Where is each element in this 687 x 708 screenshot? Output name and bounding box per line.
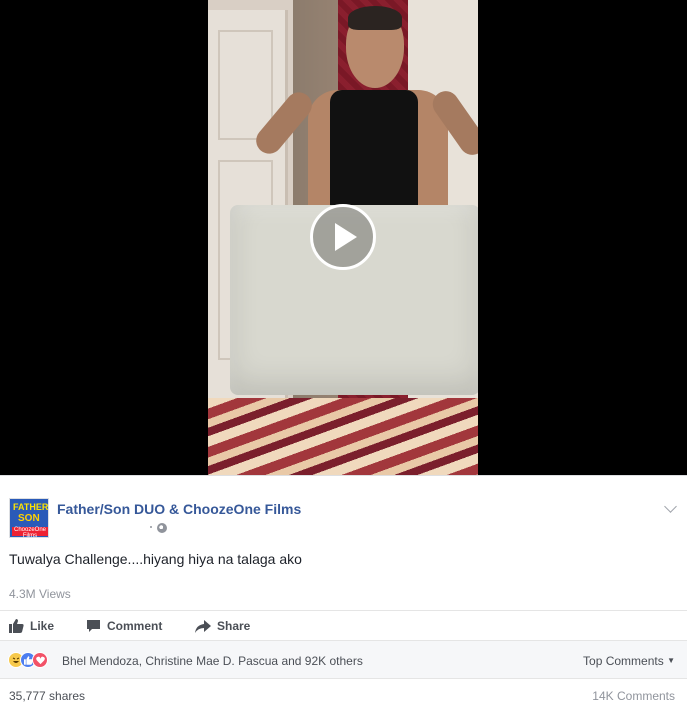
- comment-button[interactable]: Comment: [86, 611, 162, 641]
- page-avatar[interactable]: FATHER SON ChoozeOne Films: [9, 498, 49, 538]
- like-button[interactable]: Like: [9, 611, 54, 641]
- video-player[interactable]: [0, 0, 687, 475]
- reaction-names[interactable]: Bhel Mendoza, Christine Mae D. Pascua an…: [62, 654, 363, 668]
- play-button[interactable]: [310, 204, 376, 270]
- logo-text-mid: SON: [18, 513, 40, 524]
- blanket: [208, 398, 478, 475]
- globe-icon[interactable]: [157, 523, 167, 533]
- thumbs-up-icon: [9, 619, 24, 633]
- like-label: Like: [30, 619, 55, 633]
- logo-text-top: FATHER: [13, 502, 49, 512]
- view-count: 4.3M Views: [9, 587, 71, 601]
- share-icon: [195, 619, 211, 633]
- play-icon: [335, 223, 357, 251]
- reaction-icons[interactable]: [8, 652, 48, 668]
- caret-down-icon: ▼: [667, 656, 675, 665]
- top-comments-label: Top Comments: [583, 654, 664, 668]
- post-text: Tuwalya Challenge....hiyang hiya na tala…: [9, 551, 302, 567]
- logo-text-bottom: ChoozeOne Films: [12, 527, 48, 538]
- share-button[interactable]: Share: [195, 611, 250, 641]
- page-name-link[interactable]: Father/Son DUO & ChoozeOne Films: [57, 501, 301, 517]
- reactions-bar: Bhel Mendoza, Christine Mae D. Pascua an…: [0, 641, 687, 679]
- love-icon: [32, 652, 48, 668]
- post-card: FATHER SON ChoozeOne Films Father/Son DU…: [0, 475, 687, 708]
- comment-label: Comment: [107, 619, 163, 633]
- share-count[interactable]: 35,777 shares: [9, 689, 85, 703]
- share-label: Share: [217, 619, 251, 633]
- action-bar: Like Comment Share: [0, 610, 687, 641]
- top-comments-dropdown[interactable]: Top Comments ▼: [583, 654, 675, 668]
- separator-dot: [150, 526, 152, 528]
- comment-icon: [87, 620, 100, 632]
- person-hair: [348, 6, 402, 30]
- chevron-down-icon[interactable]: [664, 500, 677, 513]
- comment-count[interactable]: 14K Comments: [592, 689, 675, 703]
